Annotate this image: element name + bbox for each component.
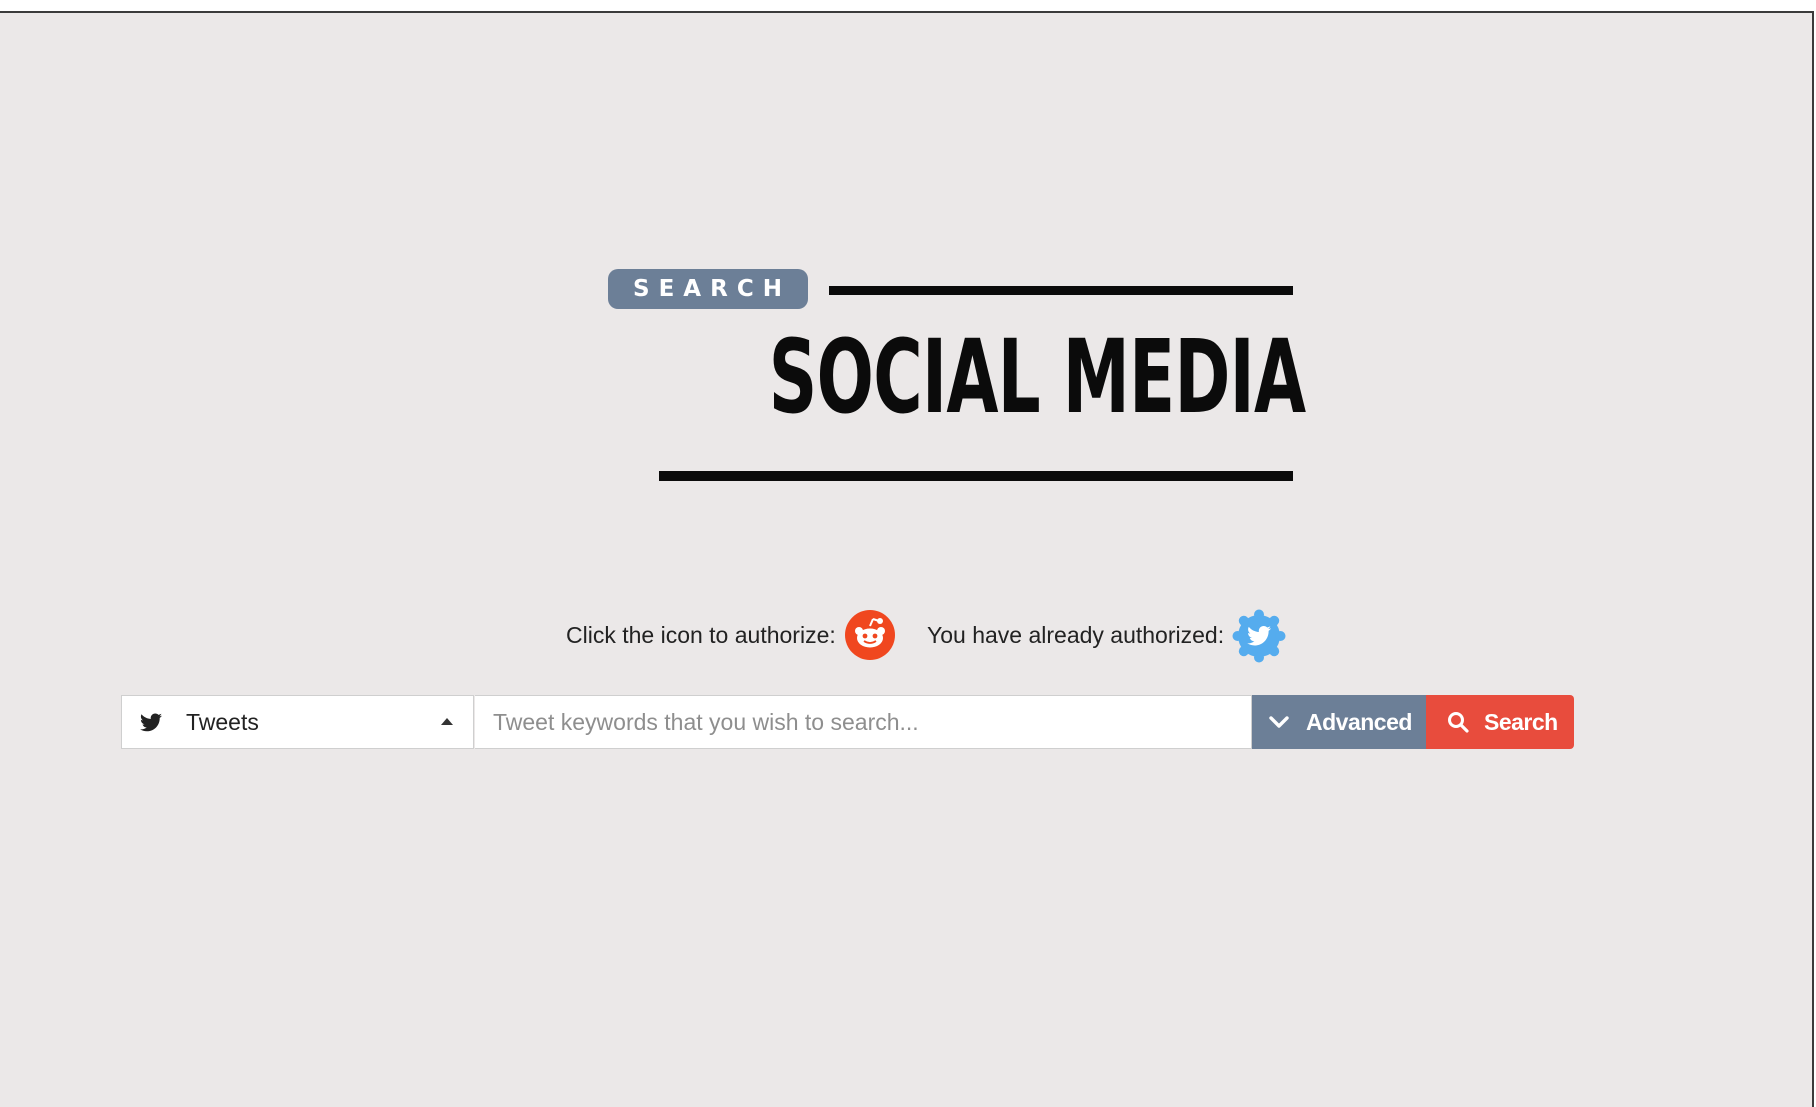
authorized-label: You have already authorized:	[927, 622, 1225, 648]
authorize-prompt-label: Click the icon to authorize:	[566, 622, 836, 648]
twitter-badge-icon	[1232, 609, 1286, 663]
search-type-dropdown[interactable]: Tweets	[121, 695, 474, 749]
search-icon	[1448, 712, 1469, 733]
search-button-label: Search	[1484, 709, 1558, 735]
logo-title: SOCIAL MEDIA	[768, 318, 1306, 437]
advanced-button-label: Advanced	[1306, 709, 1412, 735]
keyword-search-input[interactable]	[475, 695, 1252, 749]
logo-rule-top	[829, 286, 1293, 295]
reddit-authorize-button[interactable]	[845, 610, 895, 660]
page-frame: SEARCH SOCIAL MEDIA Click the icon to au…	[0, 11, 1814, 1107]
caret-up-icon	[441, 718, 453, 725]
advanced-button[interactable]: Advanced	[1252, 695, 1426, 749]
search-button[interactable]: Search	[1426, 695, 1574, 749]
logo-rule-bottom	[659, 471, 1293, 481]
twitter-authorized-badge	[1232, 609, 1286, 663]
search-bar: Tweets Advanced Search	[121, 695, 1574, 749]
chevron-down-icon	[1269, 716, 1289, 728]
logo-badge: SEARCH	[608, 269, 808, 309]
twitter-bird-icon	[140, 713, 162, 732]
reddit-icon	[855, 618, 885, 648]
search-type-label: Tweets	[186, 709, 259, 735]
auth-row: Click the icon to authorize: You have al…	[0, 609, 1816, 663]
